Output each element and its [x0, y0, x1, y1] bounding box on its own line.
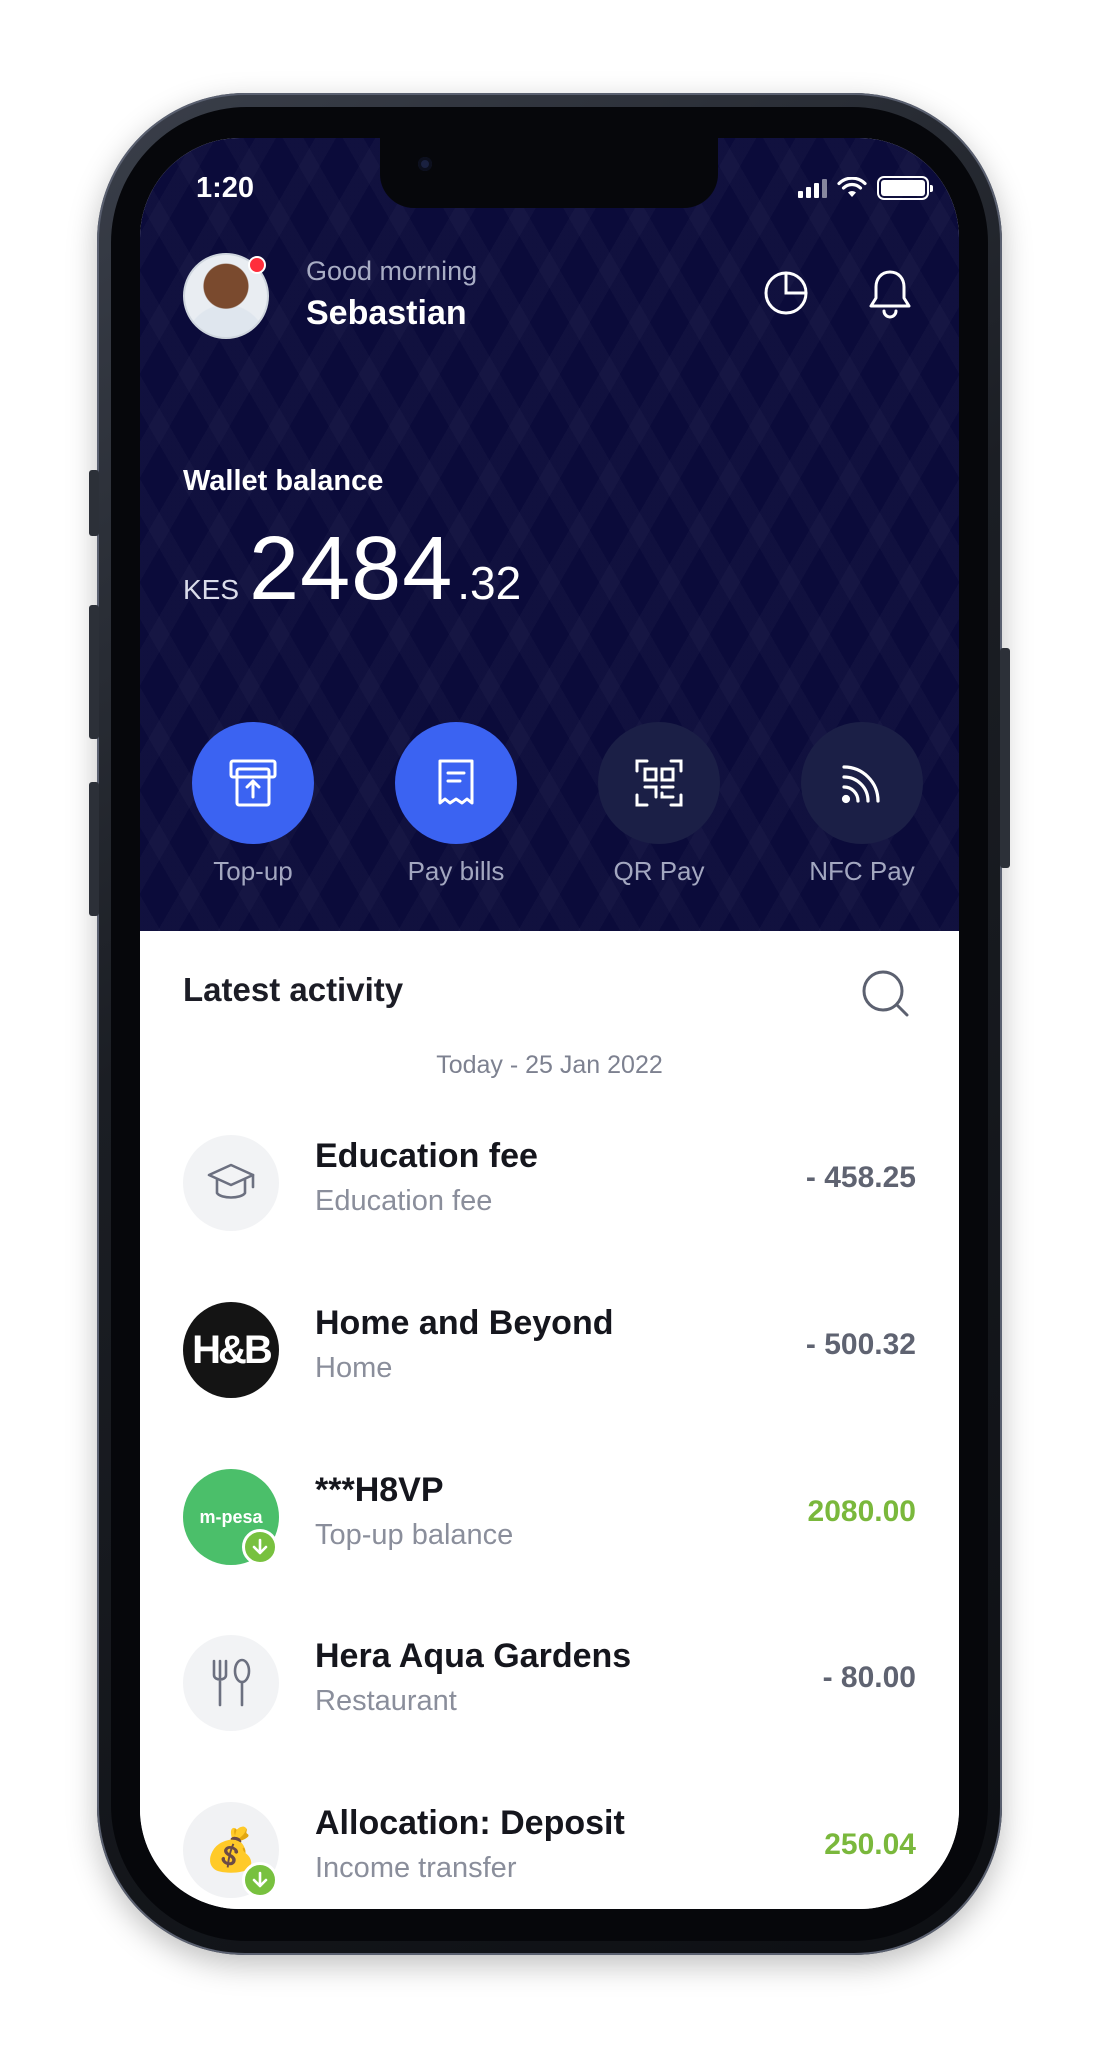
transaction-row[interactable]: Education fee Education fee - 458.25	[140, 1119, 959, 1239]
transaction-row[interactable]: 💰 Allocation: Deposit Income transfer 25…	[140, 1786, 959, 1906]
transaction-row[interactable]: H&B Home and Beyond Home - 500.32	[140, 1286, 959, 1406]
transaction-name: Education fee	[315, 1137, 538, 1175]
qr-scan-icon	[635, 759, 683, 807]
qr-pay-button[interactable]: QR Pay	[589, 722, 729, 887]
pay-bills-button[interactable]: Pay bills	[386, 722, 526, 887]
signal-icon	[798, 178, 827, 198]
graduation-cap-icon	[207, 1163, 255, 1199]
wallet-balance: KES 2484 .32	[183, 518, 521, 621]
nfc-icon	[841, 765, 880, 804]
transaction-category: Home	[315, 1352, 393, 1384]
top-up-icon	[229, 759, 277, 807]
fork-knife-icon	[212, 1658, 251, 1707]
transaction-name: ***H8VP	[315, 1471, 444, 1509]
battery-icon	[877, 176, 933, 200]
transaction-amount: 2080.00	[807, 1495, 916, 1528]
notch	[380, 138, 718, 208]
balance-decimal: .32	[457, 557, 522, 609]
pie-chart-icon	[764, 271, 808, 315]
notifications-button[interactable]	[864, 267, 916, 319]
transaction-amount: 250.04	[824, 1828, 916, 1861]
nfc-pay-button[interactable]: NFC Pay	[792, 722, 932, 887]
transaction-name: Allocation: Deposit	[315, 1804, 625, 1842]
user-name: Sebastian	[306, 294, 467, 332]
wallet-balance-label: Wallet balance	[183, 465, 384, 497]
transaction-category: Top-up balance	[315, 1519, 514, 1551]
currency-code: KES	[183, 574, 240, 605]
nfc-pay-label: NFC Pay	[809, 856, 915, 886]
qr-pay-label: QR Pay	[613, 856, 705, 886]
activity-search-button[interactable]	[857, 965, 913, 1021]
transaction-name: Hera Aqua Gardens	[315, 1637, 632, 1675]
receipt-icon	[438, 759, 474, 805]
transaction-name: Home and Beyond	[315, 1304, 614, 1342]
incoming-badge-icon	[242, 1529, 278, 1565]
wifi-icon	[837, 177, 867, 197]
pay-bills-label: Pay bills	[407, 856, 505, 886]
top-up-button[interactable]: Top-up	[183, 722, 323, 887]
activity-date: Today - 25 Jan 2022	[436, 1051, 663, 1079]
power-button	[1000, 648, 1010, 868]
transaction-amount: - 458.25	[805, 1161, 916, 1194]
activity-section: Latest activity Today - 25 Jan 2022 Educ…	[140, 931, 959, 1909]
nfc-pay-circle[interactable]	[801, 722, 923, 844]
status-icons	[798, 176, 933, 200]
transaction-category: Restaurant	[315, 1685, 457, 1717]
mute-switch	[89, 470, 99, 536]
transaction-icon	[183, 1635, 279, 1731]
transaction-category: Income transfer	[315, 1852, 517, 1884]
stats-button[interactable]	[760, 267, 812, 319]
top-up-label: Top-up	[213, 856, 293, 886]
merchant-logo: H&B	[183, 1302, 279, 1398]
transaction-category: Education fee	[315, 1185, 493, 1217]
volume-up-button	[89, 605, 99, 739]
status-time: 1:20	[196, 172, 255, 204]
top-up-circle[interactable]	[192, 722, 314, 844]
incoming-badge-icon	[242, 1862, 278, 1898]
greeting-text: Good morning	[306, 256, 478, 286]
transaction-amount: - 500.32	[805, 1328, 916, 1361]
transaction-row[interactable]: m-pesa ***H8VP Top-up balance 2080.00	[140, 1453, 959, 1573]
qr-pay-circle[interactable]	[598, 722, 720, 844]
volume-down-button	[89, 782, 99, 916]
camera-icon	[418, 157, 432, 171]
transaction-amount: - 80.00	[822, 1661, 916, 1694]
transaction-icon	[183, 1135, 279, 1231]
bell-icon	[869, 270, 911, 319]
search-icon	[862, 970, 909, 1017]
notification-dot	[248, 256, 266, 274]
transaction-row[interactable]: Hera Aqua Gardens Restaurant - 80.00	[140, 1619, 959, 1739]
balance-whole: 2484	[249, 519, 454, 619]
pay-bills-circle[interactable]	[395, 722, 517, 844]
app-screen: 1:20 Good morning Sebastian Wallet balan…	[140, 138, 959, 1909]
activity-title: Latest activity	[183, 971, 404, 1008]
